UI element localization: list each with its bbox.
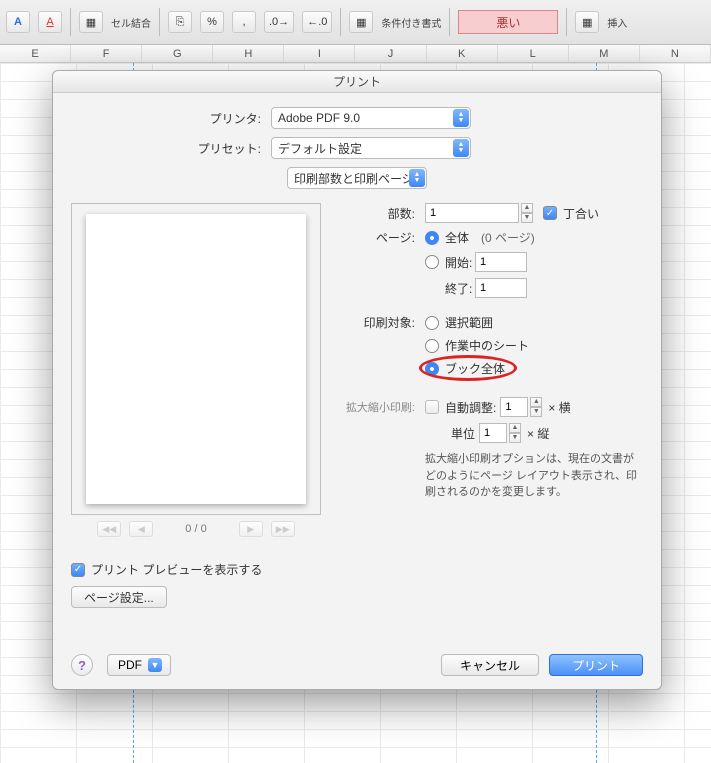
target-selection-radio[interactable] (425, 316, 439, 330)
page-setup-button[interactable]: ページ設定... (71, 586, 167, 608)
comma-button[interactable]: , (232, 11, 256, 33)
pages-range-radio[interactable] (425, 255, 439, 269)
preset-label: プリセット: (71, 140, 261, 157)
cell-style-bad[interactable]: 悪い (458, 10, 558, 34)
print-button[interactable]: プリント (549, 654, 643, 676)
copies-label: 部数: (339, 205, 415, 222)
dropdown-arrows-icon: ▲▼ (453, 139, 469, 157)
collate-label: 丁合い (563, 205, 599, 222)
preview-page (86, 214, 306, 504)
pages-label: ページ: (339, 229, 415, 246)
target-activesheet-radio[interactable] (425, 339, 439, 353)
print-dialog: プリント プリンタ: Adobe PDF 9.0 ▲▼ プリセット: デフォルト… (52, 70, 662, 690)
chevron-down-icon: ▼ (148, 658, 162, 672)
preset-value: デフォルト設定 (278, 140, 362, 157)
show-preview-checkbox[interactable]: ✓ (71, 563, 85, 577)
conditional-format-label: 条件付き書式 (381, 15, 441, 30)
target-workbook-label: ブック全体 (445, 360, 505, 377)
first-page-button[interactable]: ◀◀ (97, 521, 121, 537)
fit-wide-stepper[interactable]: ▲▼ (530, 397, 542, 417)
target-selection-label: 選択範囲 (445, 314, 493, 331)
pages-count: (0 ページ) (481, 229, 535, 246)
insert-label: 挿入 (607, 15, 627, 30)
copies-input[interactable] (425, 203, 519, 223)
collate-checkbox[interactable]: ✓ (543, 206, 557, 220)
fit-tall-input[interactable] (479, 423, 507, 443)
pdf-menu-button[interactable]: PDF ▼ (107, 654, 171, 676)
col-header[interactable]: M (569, 45, 640, 62)
target-activesheet-label: 作業中のシート (445, 337, 529, 354)
section-select[interactable]: 印刷部数と印刷ページ ▲▼ (287, 167, 427, 189)
percent-button[interactable]: % (200, 11, 224, 33)
pages-from-label: 開始: (445, 254, 475, 271)
ribbon-toolbar: A A ▦ セル結合 ⎘ % , .0→ ←.0 ▦ 条件付き書式 悪い ▦ 挿… (0, 0, 711, 45)
print-preview (71, 203, 321, 515)
preset-select[interactable]: デフォルト設定 ▲▼ (271, 137, 471, 159)
col-header[interactable]: K (427, 45, 498, 62)
col-header[interactable]: J (355, 45, 426, 62)
scaling-label: 拡大縮小印刷: (339, 399, 415, 415)
wide-suffix: × 横 (548, 399, 570, 416)
next-page-button[interactable]: ▶ (239, 521, 263, 537)
printer-value: Adobe PDF 9.0 (278, 111, 360, 125)
unit-label: 単位 (451, 425, 475, 442)
insert-button[interactable]: ▦ (575, 11, 599, 33)
fit-tall-stepper[interactable]: ▲▼ (509, 423, 521, 443)
dropdown-arrows-icon: ▲▼ (453, 109, 469, 127)
help-button[interactable]: ? (71, 654, 93, 676)
merge-cells-button[interactable]: ▦ (79, 11, 103, 33)
font-underline-button[interactable]: A (6, 11, 30, 33)
scaling-help-text: 拡大縮小印刷オプションは、現在の文書がどのようにページ レイアウト表示され、印刷… (425, 451, 643, 501)
col-header[interactable]: H (213, 45, 284, 62)
show-preview-label: プリント プレビューを表示する (91, 561, 262, 578)
decrease-decimal-button[interactable]: ←.0 (302, 11, 332, 33)
prev-page-button[interactable]: ◀ (129, 521, 153, 537)
column-headers: E F G H I J K L M N (0, 45, 711, 63)
col-header[interactable]: I (284, 45, 355, 62)
pages-all-radio[interactable] (425, 231, 439, 245)
section-value: 印刷部数と印刷ページ (294, 170, 414, 187)
pages-to-label: 終了: (445, 280, 475, 297)
pages-to-input[interactable] (475, 278, 527, 298)
fit-checkbox[interactable]: ✓ (425, 400, 439, 414)
printer-select[interactable]: Adobe PDF 9.0 ▲▼ (271, 107, 471, 129)
col-header[interactable]: L (498, 45, 569, 62)
col-header[interactable]: F (71, 45, 142, 62)
conditional-format-button[interactable]: ▦ (349, 11, 373, 33)
col-header[interactable]: N (640, 45, 711, 62)
tall-suffix: × 縦 (527, 425, 549, 442)
copies-stepper[interactable]: ▲▼ (521, 203, 533, 223)
dialog-title: プリント (53, 71, 661, 93)
col-header[interactable]: E (0, 45, 71, 62)
fit-label: 自動調整: (445, 399, 496, 416)
target-workbook-radio[interactable] (425, 362, 439, 376)
fit-wide-input[interactable] (500, 397, 528, 417)
dropdown-arrows-icon: ▲▼ (409, 169, 425, 187)
merge-cells-label: セル結合 (111, 15, 151, 30)
cancel-button[interactable]: キャンセル (441, 654, 539, 676)
print-target-label: 印刷対象: (339, 314, 415, 331)
pages-all-label: 全体 (445, 229, 469, 246)
font-color-button[interactable]: A (38, 11, 62, 33)
page-indicator: 0 / 0 (185, 523, 206, 535)
increase-decimal-button[interactable]: .0→ (264, 11, 294, 33)
pdf-label: PDF (118, 658, 142, 672)
pages-from-input[interactable] (475, 252, 527, 272)
number-format-button[interactable]: ⎘ (168, 11, 192, 33)
printer-label: プリンタ: (71, 110, 261, 127)
col-header[interactable]: G (142, 45, 213, 62)
last-page-button[interactable]: ▶▶ (271, 521, 295, 537)
